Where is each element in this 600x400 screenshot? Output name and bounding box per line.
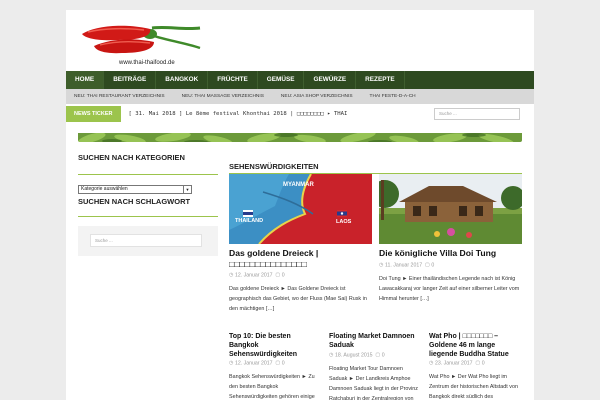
post-excerpt: Floating Market Tour Damnoen Saduak ► De… [329, 366, 418, 400]
comment-icon: ▢ [425, 262, 430, 268]
villa-photo [379, 174, 522, 244]
nav-item-gemuese[interactable]: GEMÜSE [258, 71, 305, 89]
news-ticker: NEWS TICKER [ 31. Mai 2018 ] Le 8ème fes… [66, 106, 534, 122]
clock-icon: ◷ [329, 352, 334, 358]
post-excerpt: Das goldene Dreieck ► Das Goldene Dreiec… [229, 286, 367, 312]
subnav-item-restaurants[interactable]: NEU: THAI RESTAURANT VERZEICHNIS [74, 94, 165, 99]
page: www.thai-thaifood.de HOME BEITRÄGE BANGK… [66, 10, 534, 400]
clock-icon: ◷ [229, 360, 234, 366]
post-meta: ◷ 11. Januar 2017 ▢ 0 [379, 262, 434, 268]
post-meta: ◷ 12. Januar 2017 ▢ 0 [229, 360, 285, 366]
nav-item-gewuerze[interactable]: GEWÜRZE [304, 71, 357, 89]
leaf-banner [78, 131, 522, 142]
news-ticker-label: NEWS TICKER [66, 106, 121, 122]
logo-url-text: www.thai-thaifood.de [119, 60, 175, 66]
post-date: 12. Januar 2017 [234, 272, 273, 279]
post-meta: ◷ 18. August 2015 ▢ 0 [329, 352, 385, 358]
post-title-floating-market[interactable]: Floating Market Damnoen Saduak [329, 332, 419, 350]
chevron-down-icon: ▼ [183, 186, 191, 193]
clock-icon: ◷ [229, 272, 234, 278]
nav-item-fruechte[interactable]: FRÜCHTE [208, 71, 258, 89]
subnav-item-feste[interactable]: THAI FESTE-D-A-CH [370, 94, 416, 99]
map-label-laos: LAOS [336, 219, 352, 225]
post-excerpt: Bangkok Sehenswürdigkeiten ► Zu den best… [229, 374, 315, 400]
post-excerpt: Doi Tung ► Einer thailändischen Legende … [379, 276, 520, 302]
comment-count[interactable]: 0 [482, 360, 485, 366]
map-image: MYANMAR THAILAND LAOS [229, 174, 372, 244]
featured-title-doi-tung[interactable]: Die königliche Villa Doi Tung [379, 248, 522, 259]
comment-count[interactable]: 0 [382, 352, 385, 358]
leaf-banner-image [78, 131, 522, 142]
news-ticker-text[interactable]: [ 31. Mai 2018 ] Le 8ème festival Khonth… [129, 111, 399, 117]
subnav-item-massage[interactable]: NEU: THAI MASSAGE VERZEICHNIS [182, 94, 264, 99]
post-excerpt: Wat Pho ► Der Wat Pho liegt im Zentrum d… [429, 374, 518, 400]
comment-icon: ▢ [375, 352, 381, 358]
comment-icon: ▢ [275, 360, 281, 366]
post-date: 23. Januar 2017 [434, 360, 473, 367]
comment-count[interactable]: 0 [431, 262, 434, 268]
comment-count[interactable]: 0 [282, 360, 285, 366]
comment-icon: ▢ [275, 272, 281, 278]
nav-item-home[interactable]: HOME [66, 71, 105, 89]
chili-peppers-icon [82, 25, 201, 54]
header-search-input[interactable]: Suche ... [434, 108, 520, 120]
post-meta: ◷ 12. Januar 2017 ▢ 0 [229, 272, 285, 278]
featured-title-golden-triangle[interactable]: Das goldene Dreieck | □□□□□□□□□□□□□□□ [229, 248, 372, 270]
sidebar-tags-heading: SUCHEN NACH SCHLAGWORT [78, 197, 191, 206]
post-date: 18. August 2015 [334, 352, 373, 359]
comment-icon: ▢ [475, 360, 481, 366]
comment-count[interactable]: 0 [282, 272, 285, 278]
nav-item-rezepte[interactable]: REZEPTE [356, 71, 405, 89]
main-nav: HOME BEITRÄGE BANGKOK FRÜCHTE GEMÜSE GEW… [66, 71, 534, 89]
sidebar-categories-heading: SUCHEN NACH KATEGORIEN [78, 153, 185, 162]
clock-icon: ◷ [429, 360, 434, 366]
post-date: 11. Januar 2017 [384, 262, 423, 269]
post-date: 12. Januar 2017 [234, 360, 273, 367]
sidebar-search-input[interactable]: Suche ... [90, 234, 202, 247]
featured-image-doi-tung[interactable] [379, 174, 522, 244]
clock-icon: ◷ [379, 262, 384, 268]
featured-image-golden-triangle[interactable]: MYANMAR THAILAND LAOS [229, 174, 372, 244]
post-title-top10-bangkok[interactable]: Top 10: Die besten Bangkok Sehenswürdigk… [229, 332, 319, 359]
map-label-thailand: THAILAND [235, 218, 263, 224]
category-select-value: Kategorie auswählen [81, 186, 128, 192]
post-title-wat-pho[interactable]: Wat Pho | □□□□□□□ – Goldene 46 m lange l… [429, 332, 522, 359]
section-title: SEHENSWÜRDIGKEITEN [229, 162, 319, 171]
category-select[interactable]: Kategorie auswählen ▼ [78, 185, 192, 194]
map-label-myanmar: MYANMAR [283, 182, 314, 188]
subnav-item-asia-shop[interactable]: NEU: ASIA SHOP VERZEICHNIS [281, 94, 353, 99]
nav-item-bangkok[interactable]: BANGKOK [156, 71, 209, 89]
secondary-nav: NEU: THAI RESTAURANT VERZEICHNIS NEU: TH… [66, 89, 534, 104]
post-meta: ◷ 23. Januar 2017 ▢ 0 [429, 360, 485, 366]
nav-item-beitraege[interactable]: BEITRÄGE [104, 71, 157, 89]
sidebar-divider [78, 174, 218, 175]
sidebar-divider [78, 216, 218, 217]
sidebar-search-box: Suche ... [78, 226, 218, 256]
site-logo[interactable]: www.thai-thaifood.de [78, 20, 204, 72]
